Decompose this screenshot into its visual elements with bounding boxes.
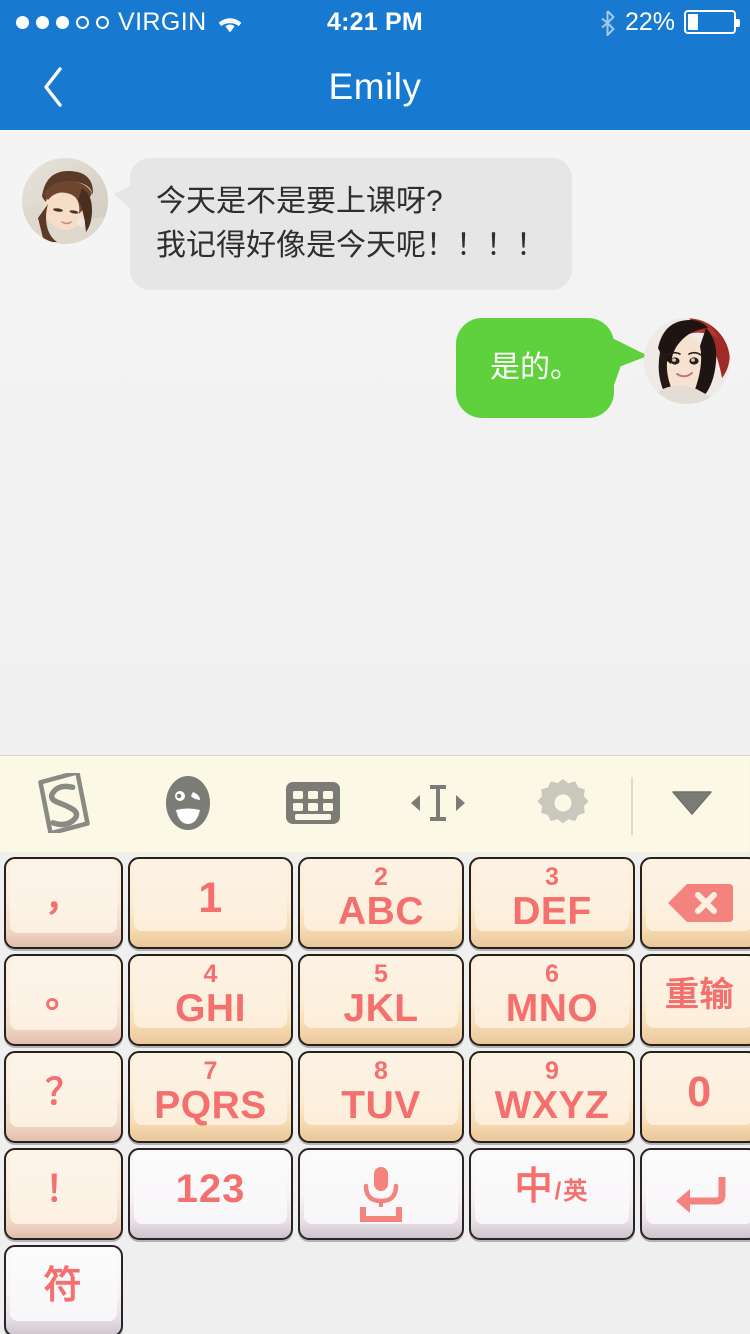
key-label: ， [45,877,82,918]
navigation-bar: Emily [0,44,750,130]
battery-fill [688,14,698,30]
key-redo[interactable]: 重输 [640,954,750,1046]
emoji-button[interactable] [125,756,250,855]
key-label: 1 [198,874,223,922]
key-label: DEF [512,889,592,933]
enter-arrow-icon [670,1171,730,1217]
key-7[interactable]: 7 PQRS [128,1051,293,1143]
key-label: WXYZ [494,1083,610,1127]
key-label: 0 [687,1068,712,1116]
message-line: 今天是不是要上课呀? [156,185,443,218]
message-bubble-outgoing[interactable]: 是的。 [456,318,614,418]
key-123[interactable]: 123 [128,1148,293,1240]
battery-icon [684,10,740,34]
key-question[interactable]: ？ [4,1051,123,1143]
key-backspace[interactable] [640,857,750,949]
key-label-zh: 中 [514,1165,555,1208]
avatar-self[interactable] [644,318,730,404]
key-label: 中/英 [515,1166,590,1213]
key-label: 符 [43,1265,84,1307]
key-label: TUV [341,1083,421,1127]
gear-icon [536,777,589,834]
key-label: JKL [343,986,419,1030]
cursor-move-button[interactable] [375,756,500,855]
key-sublabel: 6 [545,959,559,988]
keypad-grid: ， 1 2 ABC 3 DEF 。 4 GHI 5 JKL 6 MNO 重输 ？… [4,857,750,1334]
key-2[interactable]: 2 ABC [298,857,464,949]
message-line: 是的。 [490,351,580,384]
status-bar: VIRGIN 4:21 PM 22% [0,0,750,44]
key-sublabel: 4 [203,959,218,988]
key-0[interactable]: 0 [640,1051,750,1143]
key-lang-toggle[interactable]: 中/英 [469,1148,635,1240]
key-label: MNO [505,986,599,1030]
key-4[interactable]: 4 GHI [128,954,293,1046]
key-label: ！ [45,1168,82,1209]
key-voice[interactable] [298,1148,464,1240]
hide-keyboard-icon [671,790,713,821]
key-sublabel: 3 [545,862,559,891]
keypad: ， 1 2 ABC 3 DEF 。 4 GHI 5 JKL 6 MNO 重输 ？… [0,854,750,1334]
key-label: 重输 [665,976,734,1014]
cursor-move-icon [408,781,468,830]
chat-message-list[interactable]: 今天是不是要上课呀? 我记得好像是今天呢！！！！ 是的。 [0,130,750,755]
hide-keyboard-button[interactable] [633,756,750,855]
avatar-emily[interactable] [22,158,108,244]
key-sublabel: 7 [203,1056,218,1085]
message-row-incoming: 今天是不是要上课呀? 我记得好像是今天呢！！！！ [0,130,750,290]
key-label: 123 [175,1167,246,1211]
key-comma[interactable]: ， [4,857,123,949]
key-label: ABC [338,889,424,933]
key-sublabel: 5 [374,959,388,988]
message-bubble-incoming[interactable]: 今天是不是要上课呀? 我记得好像是今天呢！！！！ [114,158,572,290]
key-label-en: /英 [554,1177,590,1205]
key-5[interactable]: 5 JKL [298,954,464,1046]
keyboard-icon [285,781,341,830]
key-9[interactable]: 9 WXYZ [469,1051,635,1143]
page-title: Emily [328,66,422,107]
key-6[interactable]: 6 MNO [469,954,635,1046]
key-symbols[interactable]: 符 [4,1245,123,1334]
bluetooth-icon [600,10,616,36]
key-label: ？ [45,1071,82,1112]
message-line: 我记得好像是今天呢！！！！ [156,229,546,262]
microphone-icon [349,1163,413,1225]
key-8[interactable]: 8 TUV [298,1051,464,1143]
key-period[interactable]: 。 [4,954,123,1046]
key-3[interactable]: 3 DEF [469,857,635,949]
key-sublabel: 9 [545,1056,559,1085]
emoji-icon [160,772,216,839]
key-enter[interactable] [640,1148,750,1240]
settings-button[interactable] [500,756,625,855]
key-label: 。 [45,974,82,1015]
key-label: GHI [175,986,246,1030]
message-row-outgoing: 是的。 [0,290,750,418]
key-exclamation[interactable]: ！ [4,1148,123,1240]
phone-screen: VIRGIN 4:21 PM 22% Emily 今天是不是要上课呀? 我记得好… [0,0,750,1334]
sogou-logo-icon [35,770,91,838]
key-1[interactable]: 1 [128,857,293,949]
sogou-logo-button[interactable] [0,756,125,855]
key-sublabel: 8 [374,1056,388,1085]
keyboard-toolbar [0,755,750,855]
key-label: PQRS [154,1083,267,1127]
status-bar-time: 4:21 PM [327,7,423,36]
backspace-icon [667,880,733,926]
keyboard-switch-button[interactable] [250,756,375,855]
key-sublabel: 2 [374,862,388,891]
